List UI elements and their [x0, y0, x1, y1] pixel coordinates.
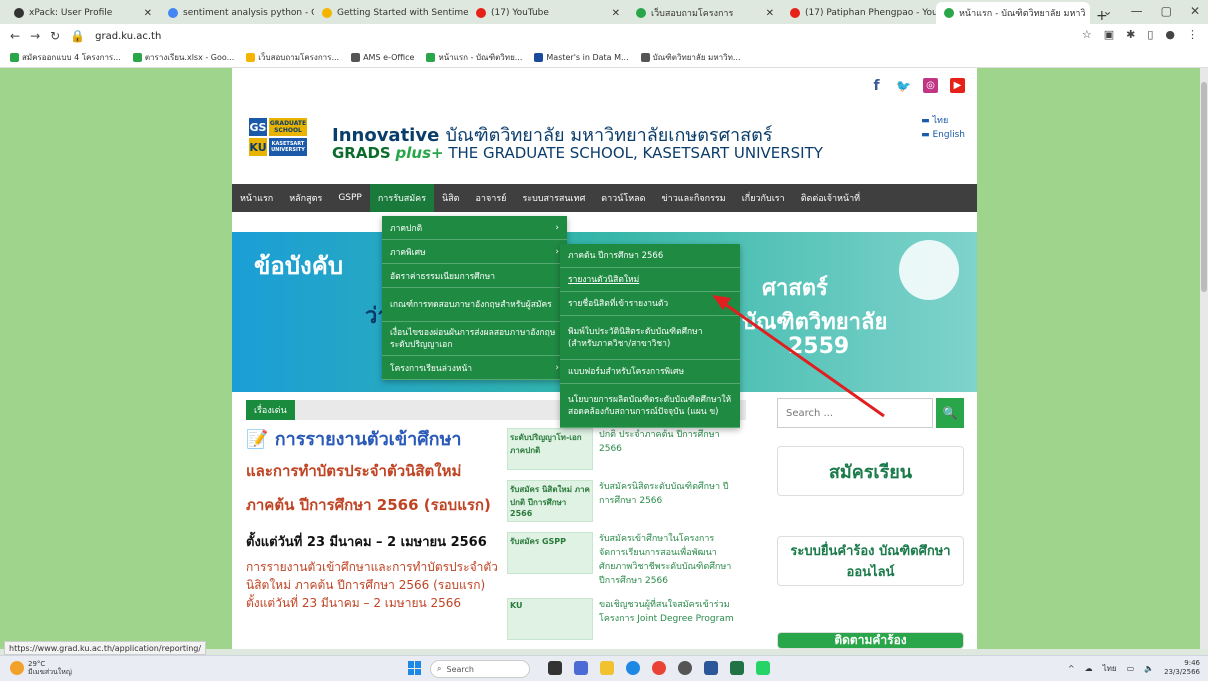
bookmark-icon	[351, 53, 361, 62]
back-icon[interactable]: ←	[10, 29, 20, 43]
close-tab-icon[interactable]: ✕	[606, 8, 620, 19]
bookmark-item[interactable]: ตารางเรียน.xlsx - Goo...	[132, 51, 235, 64]
windows-start-icon[interactable]	[408, 661, 422, 675]
bookmark-item[interactable]: หน้าแรก - บัณฑิตวิทย...	[426, 51, 522, 64]
maximize-icon[interactable]: ▢	[1161, 4, 1172, 18]
star-icon[interactable]: ☆	[1082, 28, 1092, 41]
tab-favicon-icon	[636, 8, 646, 18]
input-language[interactable]: ไทย	[1103, 662, 1117, 675]
volume-icon[interactable]: 🔈	[1144, 664, 1154, 673]
tab-favicon-icon	[790, 8, 800, 18]
tab-title: xPack: User Profile	[29, 8, 113, 18]
close-tab-icon[interactable]: ✕	[760, 8, 774, 19]
tab-favicon-icon	[944, 8, 954, 18]
bookmark-item[interactable]: AMS e-Office	[351, 53, 414, 62]
sidebar-icon[interactable]: ▯	[1147, 28, 1153, 41]
taskbar-search-label: Search	[446, 664, 474, 674]
bookmark-icon	[640, 53, 650, 62]
status-url: https://www.grad.ku.ac.th/application/re…	[4, 641, 207, 655]
close-icon[interactable]: ✕	[1190, 4, 1200, 18]
bookmark-item[interactable]: สมัครออกแบบ 4 โครงการ...	[10, 51, 121, 64]
excel-icon[interactable]	[730, 661, 744, 675]
bookmark-label: AMS e-Office	[363, 53, 415, 62]
os-taskbar: 29°C มีเมฆส่วนใหญ่ ⌕ Search ^ ☁ ไทย ▭ 🔈 9:…	[0, 655, 1208, 681]
browser-tab-bar: xPack: User Profile ✕ sentiment analysis p…	[0, 0, 1208, 24]
bookmark-label: Master's in Data M...	[546, 53, 629, 62]
bookmark-icon	[534, 53, 544, 62]
tab-title: เว็บสอบถามโครงการ	[651, 9, 734, 19]
extension-icon[interactable]: ▣	[1104, 28, 1114, 41]
app-icon[interactable]	[574, 661, 588, 675]
tab-favicon-icon	[476, 8, 486, 18]
minimize-icon[interactable]: —	[1131, 4, 1143, 18]
window-controls: ⌄ — ▢ ✕	[1103, 4, 1200, 18]
bookmark-item[interactable]: เว็บสอบถามโครงการ...	[246, 51, 339, 64]
page-viewport: f 🐦 ◎ ▶ GS GRADUATE SCHOOL KU KASETSART …	[0, 68, 1200, 649]
tab-title: Getting Started with Sentiment	[337, 8, 468, 18]
taskbar-apps	[548, 661, 770, 675]
tab-title: (17) Patiphan Phengpao - YouTu	[805, 8, 936, 18]
bookmark-item[interactable]: บัณฑิตวิทยาลัย มหาวิท...	[640, 51, 741, 64]
browser-tab[interactable]: sentiment analysis python - Go✕	[160, 2, 314, 24]
bookmark-icon	[426, 53, 436, 62]
reload-icon[interactable]: ↻	[50, 29, 60, 43]
browser-tab[interactable]: หน้าแรก - บัณฑิตวิทยาลัย มหาวิ✕	[936, 2, 1090, 24]
tab-title: (17) YouTube	[491, 8, 549, 18]
browser-tab[interactable]: xPack: User Profile ✕	[6, 2, 160, 24]
page-scrollbar[interactable]	[1200, 68, 1208, 649]
chevron-up-icon[interactable]: ^	[1068, 664, 1075, 673]
bookmark-label: บัณฑิตวิทยาลัย มหาวิท...	[652, 53, 741, 62]
browser-tab[interactable]: Getting Started with Sentiment✕	[314, 2, 468, 24]
system-tray: ^ ☁ ไทย ▭ 🔈 9:46 23/3/2566	[1068, 659, 1200, 677]
cloud-icon[interactable]: ☁	[1085, 664, 1093, 673]
bookmarks-bar: สมัครออกแบบ 4 โครงการ... ตารางเรียน.xlsx …	[0, 48, 1208, 68]
chat-icon[interactable]	[756, 661, 770, 675]
app-icon[interactable]	[678, 661, 692, 675]
file-explorer-icon[interactable]	[600, 661, 614, 675]
tab-favicon-icon	[168, 8, 178, 18]
bookmark-icon	[132, 53, 142, 62]
browser-tab[interactable]: (17) YouTube ✕	[468, 2, 628, 24]
close-tab-icon[interactable]: ✕	[138, 8, 152, 19]
network-icon[interactable]: ▭	[1127, 664, 1135, 673]
lock-icon[interactable]: 🔒	[70, 29, 85, 43]
profile-icon[interactable]: ●	[1165, 28, 1175, 41]
minimize-icon-dropdown[interactable]: ⌄	[1103, 4, 1113, 18]
bookmark-item[interactable]: Master's in Data M...	[534, 53, 629, 62]
extensions-bar: ☆ ▣ ✱ ▯ ● ⋮	[1082, 28, 1198, 41]
clock[interactable]: 9:46 23/3/2566	[1164, 659, 1200, 677]
url-field[interactable]: grad.ku.ac.th	[95, 31, 161, 42]
weather-text: มีเมฆส่วนใหญ่	[28, 668, 72, 676]
tab-title: sentiment analysis python - Go	[183, 8, 314, 18]
weather-icon	[10, 661, 24, 675]
tab-title: หน้าแรก - บัณฑิตวิทยาลัย มหาวิ	[959, 9, 1086, 19]
tab-favicon-icon	[14, 8, 24, 18]
bookmark-icon	[246, 53, 256, 62]
search-icon: ⌕	[437, 664, 442, 673]
chrome-icon[interactable]	[652, 661, 666, 675]
bookmark-label: ตารางเรียน.xlsx - Goo...	[144, 53, 235, 62]
forward-icon[interactable]: →	[30, 29, 40, 43]
weather-temp: 29°C	[28, 660, 46, 668]
menu-icon[interactable]: ⋮	[1187, 28, 1198, 41]
edge-icon[interactable]	[626, 661, 640, 675]
red-arrow-annotation	[712, 295, 885, 418]
weather-widget[interactable]: 29°C มีเมฆส่วนใหญ่	[10, 660, 72, 676]
task-view-icon[interactable]	[548, 661, 562, 675]
tab-favicon-icon	[322, 8, 332, 18]
address-bar: ← → ↻ 🔒 grad.ku.ac.th ☆ ▣ ✱ ▯ ● ⋮	[0, 24, 1208, 48]
browser-tab[interactable]: (17) Patiphan Phengpao - YouTu✕	[782, 2, 936, 24]
bookmark-label: เว็บสอบถามโครงการ...	[258, 53, 340, 62]
puzzle-icon[interactable]: ✱	[1126, 28, 1135, 41]
taskbar-search[interactable]: ⌕ Search	[430, 660, 530, 678]
bookmark-label: สมัครออกแบบ 4 โครงการ...	[22, 53, 121, 62]
word-icon[interactable]	[704, 661, 718, 675]
bookmark-icon	[10, 53, 19, 62]
browser-tab[interactable]: เว็บสอบถามโครงการ ✕	[628, 2, 782, 24]
bookmark-label: หน้าแรก - บัณฑิตวิทย...	[438, 53, 523, 62]
